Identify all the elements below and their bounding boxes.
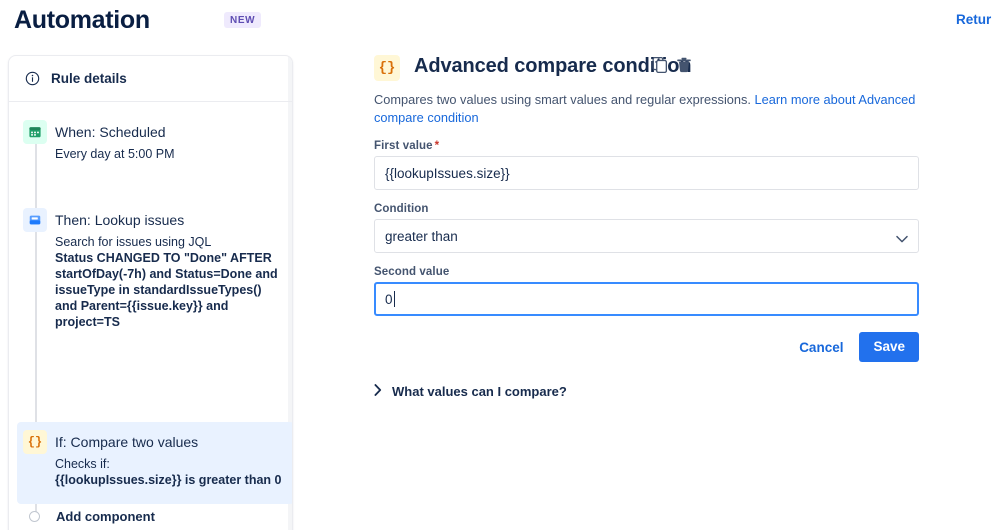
chevron-right-icon xyxy=(374,384,382,399)
sidebar-node-body: Every day at 5:00 PM xyxy=(55,146,285,162)
sidebar-node-body: Search for issues using JQL Status CHANG… xyxy=(55,234,285,330)
sidebar-node-body-condition: {{lookupIssues.size}} is greater than 0 xyxy=(55,473,282,487)
rule-details-label: Rule details xyxy=(51,71,127,86)
what-values-expander-label: What values can I compare? xyxy=(392,384,567,399)
field-condition: Condition greater than xyxy=(374,203,919,253)
panel-description-text: Compares two values using smart values a… xyxy=(374,92,755,107)
text-caret xyxy=(393,291,395,307)
required-asterisk: * xyxy=(434,140,440,152)
page-title: Automation xyxy=(14,6,150,34)
rule-sidebar-card: Rule details When: Scheduled Every day a… xyxy=(8,55,293,530)
what-values-expander[interactable]: What values can I compare? xyxy=(374,384,974,399)
return-link[interactable]: Retur xyxy=(956,12,998,27)
add-component-button[interactable]: Add component xyxy=(23,509,155,524)
sidebar-node-title: If: Compare two values xyxy=(55,434,199,450)
field-second-value: Second value 0 xyxy=(374,266,919,316)
sidebar-node-when-scheduled[interactable]: When: Scheduled Every day at 5:00 PM xyxy=(23,120,285,162)
form-actions: Cancel Save xyxy=(374,332,919,362)
sidebar-node-body-line: Search for issues using JQL xyxy=(55,235,212,249)
sidebar-item-rule-details[interactable]: Rule details xyxy=(9,56,292,102)
panel-header-actions xyxy=(652,56,692,74)
panel-header: {} Advanced compare condition xyxy=(374,52,974,86)
automation-page: Automation NEW Retur Rule details When: … xyxy=(0,0,998,530)
sidebar-node-body-line: Every day at 5:00 PM xyxy=(55,147,175,161)
condition-select-value: greater than xyxy=(385,228,458,244)
chevron-down-icon xyxy=(896,232,908,247)
sidebar-node-body-jql: Status CHANGED TO "Done" AFTER startOfDa… xyxy=(55,251,278,329)
first-value-input-value: {{lookupIssues.size}} xyxy=(385,165,510,181)
duplicate-icon[interactable] xyxy=(652,56,669,74)
lookup-issues-icon xyxy=(23,208,47,232)
info-icon xyxy=(25,71,40,86)
sidebar-node-body-line: Checks if: xyxy=(55,457,110,471)
add-component-label: Add component xyxy=(56,509,155,524)
field-first-value: First value * {{lookupIssues.size}} xyxy=(374,140,919,190)
braces-icon: {} xyxy=(374,55,400,81)
second-value-label: Second value xyxy=(374,266,450,278)
delete-icon[interactable] xyxy=(676,56,692,74)
first-value-label: First value * xyxy=(374,140,919,152)
first-value-input[interactable]: {{lookupIssues.size}} xyxy=(374,156,919,190)
sidebar-node-body: Checks if: {{lookupIssues.size}} is grea… xyxy=(55,456,285,488)
braces-icon: {} xyxy=(23,430,47,454)
calendar-icon xyxy=(23,120,47,144)
rule-sidebar: Rule details When: Scheduled Every day a… xyxy=(8,55,297,530)
sidebar-node-title: When: Scheduled xyxy=(55,124,166,140)
panel-title: Advanced compare condition xyxy=(414,55,692,77)
new-badge: NEW xyxy=(224,12,262,28)
panel-description: Compares two values using smart values a… xyxy=(374,91,959,127)
first-value-label-text: First value xyxy=(374,140,433,152)
condition-label: Condition xyxy=(374,203,429,215)
second-value-input[interactable]: 0 xyxy=(374,282,919,316)
condition-select[interactable]: greater than xyxy=(374,219,919,253)
sidebar-node-compare-two-values[interactable]: {} If: Compare two values Checks if: {{l… xyxy=(17,422,292,504)
add-component-dot-icon xyxy=(29,511,40,522)
second-value-input-value: 0 xyxy=(385,291,393,307)
save-button[interactable]: Save xyxy=(859,332,919,362)
cancel-button[interactable]: Cancel xyxy=(797,334,845,361)
condition-detail-panel: {} Advanced compare condition Compares t… xyxy=(374,52,974,399)
sidebar-node-lookup-issues[interactable]: Then: Lookup issues Search for issues us… xyxy=(23,208,285,330)
top-bar: Automation NEW Retur xyxy=(0,0,998,42)
sidebar-node-title: Then: Lookup issues xyxy=(55,212,185,228)
